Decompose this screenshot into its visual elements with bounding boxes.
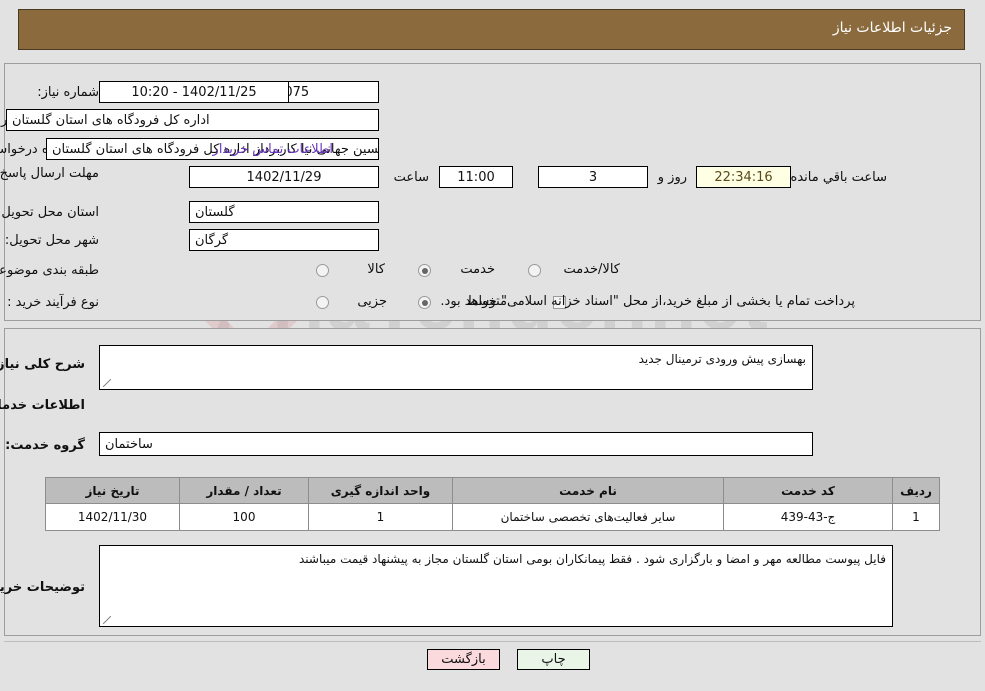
radio-category-kala-khedmat-label: کالا/خدمت [563, 262, 620, 277]
table-row: 1 ج-43-439 سایر فعالیت‌های تخصصی ساختمان… [45, 503, 940, 531]
general-desc-label: شرح کلی نیاز: [0, 357, 85, 372]
buyer-org-value: اداره کل فرودگاه های استان گلستان [6, 109, 379, 131]
general-desc-textarea[interactable]: بهسازی پیش ورودی ترمینال جدید [99, 345, 813, 390]
deadline-date-value: 1402/11/29 [189, 166, 379, 188]
services-table: ردیف کد خدمت نام خدمت واحد اندازه گیری ت… [45, 477, 940, 531]
radio-category-khedmat-label: خدمت [460, 262, 495, 277]
deadline-time-label: ساعت [393, 170, 429, 185]
radio-process-jozi[interactable] [316, 296, 329, 309]
buyer-notes-label: توضیحات خریدار: [0, 580, 85, 595]
delivery-province-label: استان محل تحویل: [0, 205, 99, 220]
cell-need-date: 1402/11/30 [45, 503, 180, 531]
page-title: جزئیات اطلاعات نیاز [832, 20, 952, 36]
col-service-name: نام خدمت [452, 477, 724, 504]
col-unit: واحد اندازه گیری [308, 477, 453, 504]
cell-quantity: 100 [179, 503, 309, 531]
radio-category-kala-label: کالا [367, 262, 385, 277]
table-header-row: ردیف کد خدمت نام خدمت واحد اندازه گیری ت… [45, 477, 940, 504]
col-need-date: تاریخ نیاز [45, 477, 180, 504]
col-quantity: تعداد / مقدار [179, 477, 309, 504]
col-row-no: ردیف [892, 477, 940, 504]
need-number-label: شماره نیاز: [37, 85, 99, 100]
page-root: AriaTender.net V جزئیات اطلاعات نیاز شما… [0, 0, 985, 691]
delivery-city-value: گرگان [189, 229, 379, 251]
back-button[interactable]: بازگشت [427, 649, 500, 670]
remaining-days-label: روز و [657, 170, 687, 185]
col-service-code: کد خدمت [723, 477, 893, 504]
delivery-province-value: گلستان [189, 201, 379, 223]
page-title-bar: جزئیات اطلاعات نیاز [18, 9, 965, 50]
radio-process-jozi-label: جزیی [357, 294, 387, 309]
buyer-notes-textarea[interactable]: فایل پیوست مطالعه مهر و امضا و بارگزاری … [99, 545, 893, 627]
cell-row-no: 1 [892, 503, 940, 531]
service-group-value: ساختمان [99, 432, 813, 456]
print-button[interactable]: چاپ [517, 649, 590, 670]
remaining-days-value: 3 [538, 166, 648, 188]
deadline-time-value: 11:00 [439, 166, 513, 188]
footer-divider [4, 641, 981, 642]
radio-category-kala[interactable] [316, 264, 329, 277]
cell-service-name: سایر فعالیت‌های تخصصی ساختمان [452, 503, 724, 531]
deadline-label: مهلت ارسال پاسخ: تا تاریخ: [0, 166, 99, 181]
category-label: طبقه بندی موضوعی: [0, 263, 99, 278]
buyer-contact-link[interactable]: اطلاعات تماس خریدار [213, 142, 333, 157]
countdown-value: 22:34:16 [696, 166, 791, 188]
cell-unit: 1 [308, 503, 453, 531]
countdown-label: ساعت باقي مانده [790, 170, 887, 185]
service-group-label: گروه خدمت: [5, 438, 85, 453]
services-section-title: اطلاعات خدمات مورد نیاز [0, 398, 85, 413]
radio-process-motavaset[interactable] [418, 296, 431, 309]
radio-category-khedmat[interactable] [418, 264, 431, 277]
purchase-process-label: نوع فرآیند خرید : [7, 295, 99, 310]
cell-service-code: ج-43-439 [723, 503, 893, 531]
treasury-bond-note: پرداخت تمام یا بخشی از مبلغ خرید،از محل … [440, 294, 855, 309]
announce-datetime-value: 1402/11/25 - 10:20 [99, 81, 289, 103]
radio-category-kala-khedmat[interactable] [528, 264, 541, 277]
delivery-city-label: شهر محل تحویل: [4, 233, 99, 248]
